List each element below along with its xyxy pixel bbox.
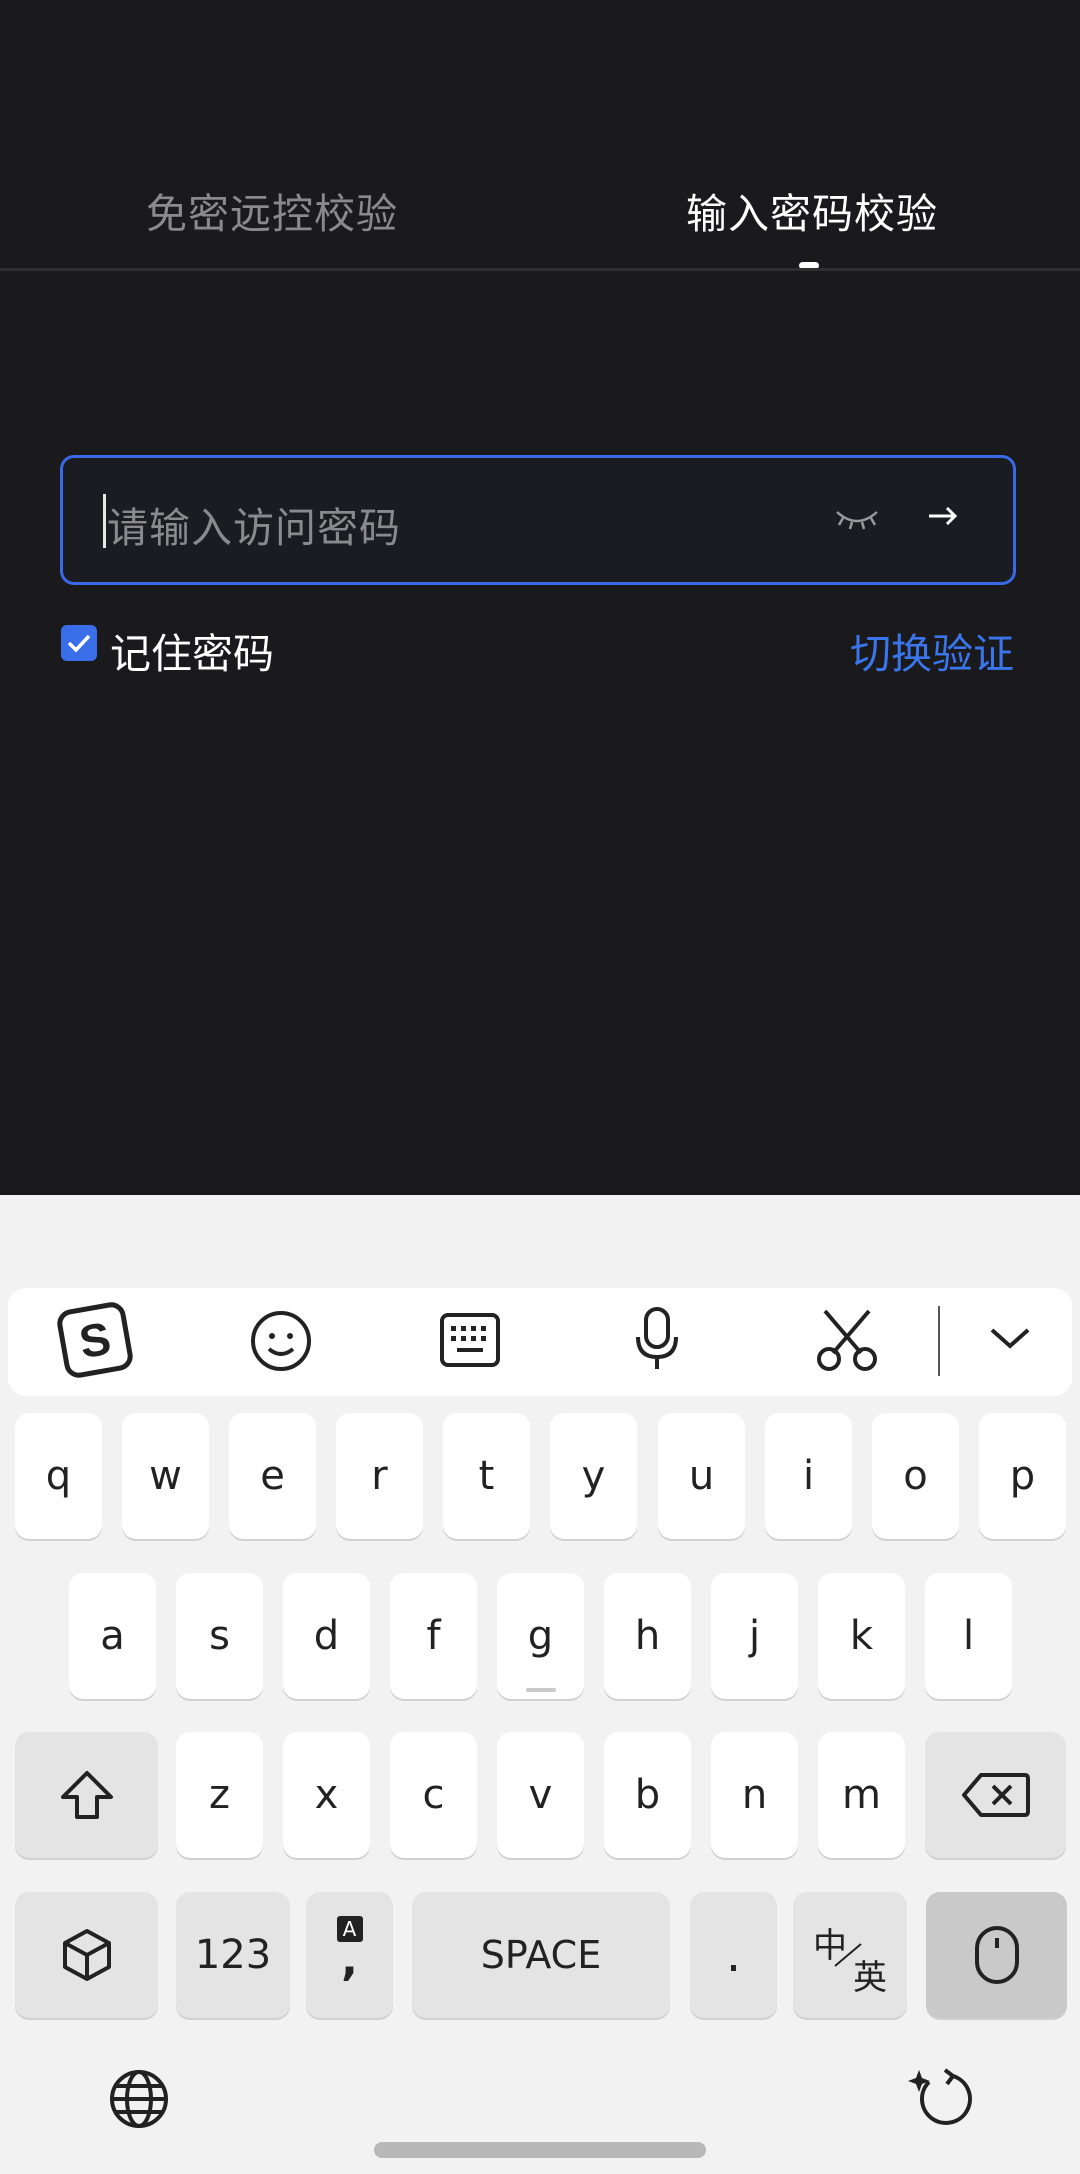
remember-label[interactable]: 记住密码 (110, 620, 274, 680)
sogou-logo-icon[interactable]: S (55, 1300, 135, 1380)
eye-closed-icon[interactable] (833, 498, 881, 538)
key-c[interactable]: c (390, 1732, 477, 1858)
key-y[interactable]: y (550, 1413, 637, 1539)
remember-checkbox[interactable] (61, 625, 97, 661)
cube-icon (62, 1929, 111, 1981)
period-key[interactable]: . (690, 1892, 777, 2018)
comma-key[interactable]: A , (306, 1892, 393, 2018)
key-h[interactable]: h (604, 1573, 691, 1699)
mouse-key[interactable] (926, 1892, 1067, 2018)
checkmark-icon (67, 634, 91, 653)
key-f[interactable]: f (390, 1573, 477, 1699)
ai-refresh-icon[interactable] (905, 2066, 975, 2132)
arrow-right-icon[interactable] (925, 496, 961, 536)
toolbox-key[interactable] (15, 1892, 158, 2018)
key-z[interactable]: z (176, 1732, 263, 1858)
chevron-down-icon[interactable] (986, 1322, 1034, 1352)
globe-icon[interactable] (108, 2068, 170, 2130)
key-p[interactable]: p (979, 1413, 1066, 1539)
tab-passwordless[interactable]: 免密远控校验 (146, 180, 398, 240)
tab-divider (0, 268, 1080, 271)
home-indicator[interactable] (374, 2142, 706, 2158)
key-u[interactable]: u (658, 1413, 745, 1539)
mouse-icon (974, 1926, 1019, 1984)
password-field[interactable]: 请输入访问密码 (60, 455, 1016, 585)
key-i[interactable]: i (765, 1413, 852, 1539)
comma-label: , (341, 1935, 358, 1986)
key-v[interactable]: v (497, 1732, 584, 1858)
key-d[interactable]: d (283, 1573, 370, 1699)
key-x[interactable]: x (283, 1732, 370, 1858)
key-g[interactable]: g (497, 1573, 584, 1699)
key-w[interactable]: w (122, 1413, 209, 1539)
numbers-key[interactable]: 123 (176, 1892, 290, 2018)
key-m[interactable]: m (818, 1732, 905, 1858)
microphone-icon[interactable] (632, 1305, 682, 1375)
keyboard-toolbar (8, 1288, 1072, 1396)
key-t[interactable]: t (443, 1413, 530, 1539)
key-j[interactable]: j (711, 1573, 798, 1699)
password-placeholder: 请输入访问密码 (107, 504, 401, 552)
space-key[interactable]: SPACE (412, 1892, 670, 2018)
shift-key[interactable] (15, 1732, 158, 1858)
emoji-icon[interactable] (249, 1309, 313, 1373)
key-q[interactable]: q (15, 1413, 102, 1539)
keyboard-icon[interactable] (439, 1312, 501, 1368)
language-key[interactable]: 中 英 (793, 1892, 907, 2018)
scissors-icon[interactable] (815, 1307, 879, 1373)
key-n[interactable]: n (711, 1732, 798, 1858)
key-g-underline (526, 1688, 556, 1692)
text-caret (103, 494, 106, 548)
key-o[interactable]: o (872, 1413, 959, 1539)
key-r[interactable]: r (336, 1413, 423, 1539)
toolbar-separator (938, 1306, 940, 1376)
key-k[interactable]: k (818, 1573, 905, 1699)
key-s[interactable]: s (176, 1573, 263, 1699)
tab-password[interactable]: 输入密码校验 (686, 180, 938, 240)
lang-bottom-label: 英 (853, 1958, 887, 1998)
key-l[interactable]: l (925, 1573, 1012, 1699)
backspace-icon (961, 1773, 1030, 1817)
switch-verification-link[interactable]: 切换验证 (850, 620, 1014, 680)
key-e[interactable]: e (229, 1413, 316, 1539)
key-a[interactable]: a (69, 1573, 156, 1699)
key-b[interactable]: b (604, 1732, 691, 1858)
shift-icon (60, 1771, 113, 1819)
backspace-key[interactable] (925, 1732, 1066, 1858)
